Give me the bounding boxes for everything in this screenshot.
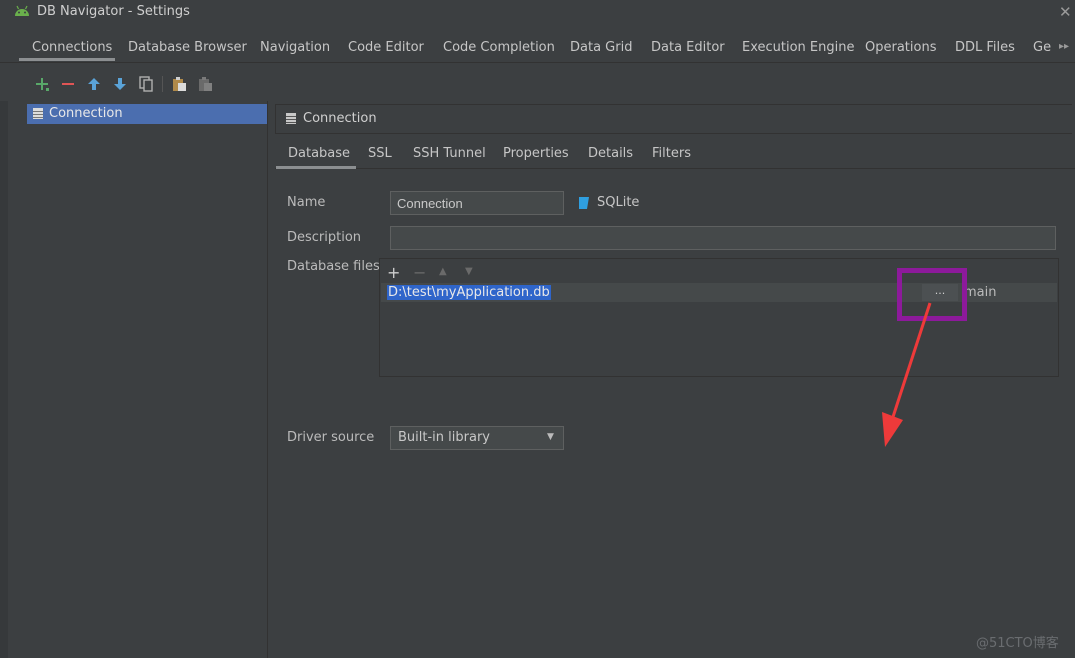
tab-overflow-icon[interactable]: ▸▸	[1059, 41, 1069, 52]
toolbar-separator	[162, 76, 163, 92]
driver-source-label: Driver source	[287, 430, 375, 445]
connection-title: Connection	[303, 111, 377, 126]
tab-ssh-tunnel[interactable]: SSH Tunnel	[413, 146, 486, 161]
connection-label: Connection	[49, 106, 123, 121]
tab-ddl-files[interactable]: DDL Files	[955, 40, 1015, 55]
close-icon[interactable]: ✕	[1059, 3, 1072, 21]
paste-icon[interactable]	[170, 75, 188, 93]
description-input[interactable]	[390, 226, 1056, 250]
tab-code-completion[interactable]: Code Completion	[443, 40, 555, 55]
driver-source-select[interactable]: Built-in library ▼	[390, 426, 564, 450]
name-input[interactable]	[390, 191, 564, 215]
database-files-label: Database files	[287, 259, 380, 274]
tab-code-editor[interactable]: Code Editor	[348, 40, 424, 55]
move-up-icon[interactable]	[85, 75, 103, 93]
tab-data-editor[interactable]: Data Editor	[651, 40, 725, 55]
tab-general[interactable]: Ge	[1033, 40, 1051, 55]
title-bar: DB Navigator - Settings ✕	[0, 0, 1075, 26]
move-down-icon[interactable]	[111, 75, 129, 93]
tab-ssl[interactable]: SSL	[368, 146, 392, 161]
connections-list	[27, 101, 268, 658]
remove-file-icon[interactable]: −	[413, 263, 426, 282]
sub-tab-divider	[275, 168, 1075, 169]
name-label: Name	[287, 195, 326, 210]
settings-tab-bar: Connections Database Browser Navigation …	[0, 34, 1075, 63]
tab-database-browser[interactable]: Database Browser	[128, 40, 247, 55]
remove-icon[interactable]	[59, 75, 77, 93]
connection-header: Connection	[275, 104, 1072, 134]
move-file-up-icon[interactable]: ▲	[439, 266, 447, 277]
connection-list-item[interactable]: Connection	[27, 104, 267, 124]
annotation-arrow	[882, 302, 932, 447]
watermark: @51CTO博客	[976, 636, 1059, 651]
tab-filters[interactable]: Filters	[652, 146, 691, 161]
copy-icon[interactable]	[137, 75, 155, 93]
left-edge	[0, 101, 8, 658]
move-file-down-icon[interactable]: ▼	[465, 266, 473, 277]
database-icon	[32, 107, 44, 124]
delete-icon[interactable]	[196, 75, 214, 93]
database-type: SQLite	[597, 195, 640, 210]
database-icon	[285, 112, 297, 129]
android-icon	[14, 5, 30, 21]
tab-properties[interactable]: Properties	[503, 146, 569, 161]
sqlite-icon	[578, 196, 590, 214]
tab-navigation[interactable]: Navigation	[260, 40, 330, 55]
add-file-icon[interactable]: +	[387, 263, 400, 282]
tab-details[interactable]: Details	[588, 146, 633, 161]
selected-tab-indicator	[19, 58, 115, 61]
driver-source-value: Built-in library	[398, 430, 490, 445]
tab-database[interactable]: Database	[288, 146, 350, 161]
add-icon[interactable]	[33, 75, 51, 93]
tab-operations[interactable]: Operations	[865, 40, 936, 55]
window-title: DB Navigator - Settings	[37, 4, 190, 19]
selected-subtab-indicator	[276, 166, 356, 169]
tab-data-grid[interactable]: Data Grid	[570, 40, 632, 55]
description-label: Description	[287, 230, 362, 245]
schema-name[interactable]: main	[964, 285, 996, 300]
file-path-value[interactable]: D:\test\myApplication.db	[387, 285, 551, 300]
chevron-down-icon: ▼	[547, 432, 554, 442]
tab-connections[interactable]: Connections	[32, 40, 112, 55]
tab-execution-engine[interactable]: Execution Engine	[742, 40, 854, 55]
